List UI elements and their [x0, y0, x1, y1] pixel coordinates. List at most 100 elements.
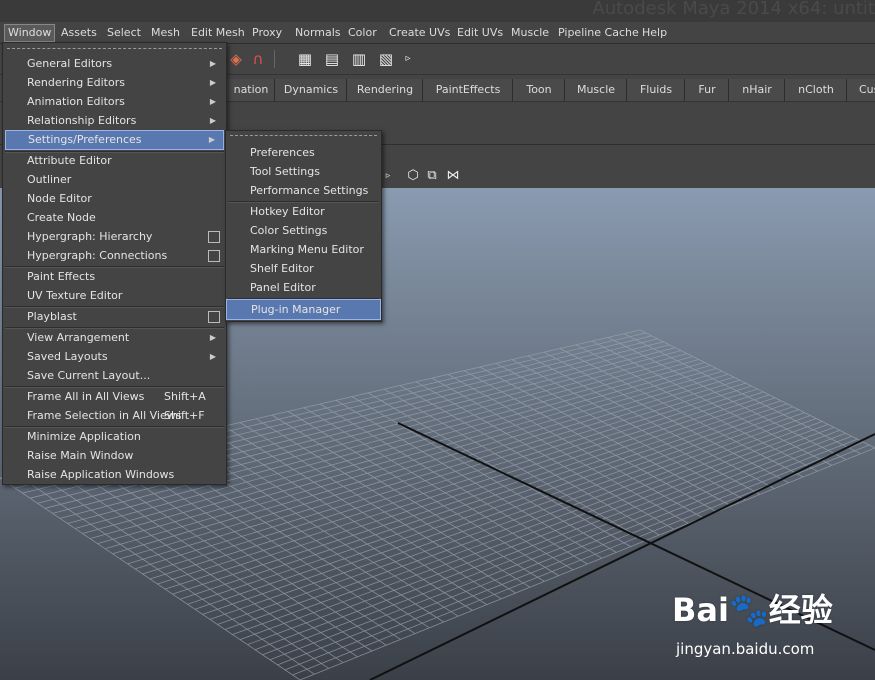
menu-proxy[interactable]: Proxy — [252, 25, 282, 41]
menu-item-label: Outliner — [27, 173, 72, 186]
menu-item-frame-all[interactable]: Frame All in All Views Shift+A — [5, 388, 224, 406]
menu-item-create-node[interactable]: Create Node — [5, 209, 224, 227]
ipr-render-icon[interactable]: ▥ — [349, 49, 369, 69]
wireframe-cube-icon[interactable]: ⬡ — [405, 168, 421, 184]
menu-muscle[interactable]: Muscle — [511, 25, 549, 41]
menu-item-label: Save Current Layout... — [27, 369, 151, 382]
menu-item-label: Node Editor — [27, 192, 92, 205]
submenu-arrow-icon: ▶ — [209, 333, 216, 342]
render-view-icon[interactable]: ▦ — [295, 49, 315, 69]
menu-item-label: UV Texture Editor — [27, 289, 123, 302]
menu-item-minimize-application[interactable]: Minimize Application — [5, 428, 224, 446]
baidu-jingyan-watermark: Bai🐾经验 jingyan.baidu.com — [672, 585, 872, 660]
menu-item-outliner[interactable]: Outliner — [5, 171, 224, 189]
submenu-arrow-icon: ▶ — [209, 59, 216, 68]
menu-item-label: Raise Main Window — [27, 449, 134, 462]
menu-item-label: Playblast — [27, 310, 77, 323]
menu-item-label: Plug-in Manager — [251, 303, 341, 316]
shelf-tab-animation[interactable]: nation — [226, 79, 275, 101]
menu-item-raise-main-window[interactable]: Raise Main Window — [5, 447, 224, 465]
menu-item-rendering-editors[interactable]: Rendering Editors ▶ — [5, 74, 224, 92]
window-title: Autodesk Maya 2014 x64: untit — [592, 0, 875, 19]
menu-item-view-arrangement[interactable]: View Arrangement ▶ — [5, 329, 224, 347]
baidu-logo: Bai🐾经验 — [672, 591, 833, 629]
menu-color[interactable]: Color — [348, 25, 377, 41]
shelf-tab-toon[interactable]: Toon — [512, 79, 565, 101]
shelf-tab-painteffects[interactable]: PaintEffects — [422, 79, 513, 101]
menu-item-marking-menu-editor[interactable]: Marking Menu Editor — [228, 241, 379, 259]
menu-item-playblast[interactable]: Playblast — [5, 308, 224, 326]
shelf-tab-fluids[interactable]: Fluids — [626, 79, 685, 101]
shelf-tab-dynamics[interactable]: Dynamics — [274, 79, 347, 101]
menu-edit-uvs[interactable]: Edit UVs — [457, 25, 503, 41]
menu-item-hypergraph-connections[interactable]: Hypergraph: Connections — [5, 247, 224, 265]
shelf-tab-nhair[interactable]: nHair — [728, 79, 785, 101]
menu-item-label: Performance Settings — [250, 184, 369, 197]
menu-item-raise-application-windows[interactable]: Raise Application Windows — [5, 466, 224, 484]
menu-item-label: Frame All in All Views — [27, 390, 145, 403]
render-current-frame-icon[interactable]: ▤ — [322, 49, 342, 69]
menu-normals[interactable]: Normals — [295, 25, 341, 41]
menu-item-tool-settings[interactable]: Tool Settings — [228, 163, 379, 181]
menu-help[interactable]: Help — [642, 25, 667, 41]
snap-to-curve-icon[interactable]: ∩ — [248, 49, 268, 69]
menu-edit-mesh[interactable]: Edit Mesh — [191, 25, 245, 41]
submenu-arrow-icon: ▶ — [208, 135, 215, 144]
menu-item-shortcut: Shift+A — [164, 390, 206, 403]
option-box-icon[interactable] — [208, 231, 220, 243]
menu-item-label: Rendering Editors — [27, 76, 125, 89]
menu-item-shortcut: Shift+F — [164, 409, 205, 422]
menu-item-label: Raise Application Windows — [27, 468, 175, 481]
submenu-arrow-icon: ▶ — [209, 352, 216, 361]
menu-item-label: Shelf Editor — [250, 262, 314, 275]
menu-item-hypergraph-hierarchy[interactable]: Hypergraph: Hierarchy — [5, 228, 224, 246]
settings-preferences-submenu: Preferences Tool Settings Performance Se… — [225, 130, 382, 322]
toolbar-expand-icon[interactable]: ▹ — [398, 49, 418, 69]
menu-item-relationship-editors[interactable]: Relationship Editors ▶ — [5, 112, 224, 130]
menu-tearoff[interactable] — [230, 135, 377, 136]
menu-item-hotkey-editor[interactable]: Hotkey Editor — [228, 203, 379, 221]
menu-item-label: Hypergraph: Hierarchy — [27, 230, 153, 243]
menu-pipeline-cache[interactable]: Pipeline Cache — [558, 25, 639, 41]
menu-item-label: Preferences — [250, 146, 315, 159]
xray-share-icon[interactable]: ⋈ — [445, 168, 461, 184]
menu-mesh[interactable]: Mesh — [151, 25, 180, 41]
menu-item-shelf-editor[interactable]: Shelf Editor — [228, 260, 379, 278]
menu-item-node-editor[interactable]: Node Editor — [5, 190, 224, 208]
isolate-select-icon[interactable]: ⧉ — [424, 168, 440, 184]
menu-create-uvs[interactable]: Create UVs — [389, 25, 450, 41]
menu-item-uv-texture-editor[interactable]: UV Texture Editor — [5, 287, 224, 305]
menu-item-frame-selection[interactable]: Frame Selection in All Views Shift+F — [5, 407, 224, 425]
menu-window[interactable]: Window — [4, 24, 56, 42]
menu-item-settings-preferences[interactable]: Settings/Preferences ▶ — [5, 130, 224, 150]
menu-item-saved-layouts[interactable]: Saved Layouts ▶ — [5, 348, 224, 366]
menu-item-paint-effects[interactable]: Paint Effects — [5, 268, 224, 286]
menu-item-label: Hypergraph: Connections — [27, 249, 168, 262]
shelf-tab-muscle[interactable]: Muscle — [564, 79, 627, 101]
menu-tearoff[interactable] — [7, 48, 222, 49]
menu-item-attribute-editor[interactable]: Attribute Editor — [5, 152, 224, 170]
shelf-tab-rendering[interactable]: Rendering — [346, 79, 423, 101]
menu-item-label: Frame Selection in All Views — [27, 409, 182, 422]
menu-item-preferences[interactable]: Preferences — [228, 144, 379, 162]
panel-toolbar-arrow-icon[interactable]: ▹ — [380, 168, 396, 184]
menu-item-animation-editors[interactable]: Animation Editors ▶ — [5, 93, 224, 111]
submenu-arrow-icon: ▶ — [209, 116, 216, 125]
menu-assets[interactable]: Assets — [61, 25, 97, 41]
menu-item-save-current-layout[interactable]: Save Current Layout... — [5, 367, 224, 385]
snap-to-grid-icon[interactable]: ◈ — [226, 49, 246, 69]
menu-item-general-editors[interactable]: General Editors ▶ — [5, 55, 224, 73]
menu-item-plugin-manager[interactable]: Plug-in Manager — [226, 299, 381, 320]
shelf-tab-custom[interactable]: Cus — [846, 79, 875, 101]
menu-item-performance-settings[interactable]: Performance Settings — [228, 182, 379, 200]
render-settings-icon[interactable]: ▧ — [376, 49, 396, 69]
shelf-tab-fur[interactable]: Fur — [684, 79, 729, 101]
option-box-icon[interactable] — [208, 250, 220, 262]
shelf-tab-ncloth[interactable]: nCloth — [784, 79, 847, 101]
menu-item-label: Attribute Editor — [27, 154, 112, 167]
option-box-icon[interactable] — [208, 311, 220, 323]
menu-item-color-settings[interactable]: Color Settings — [228, 222, 379, 240]
menu-item-panel-editor[interactable]: Panel Editor — [228, 279, 379, 297]
menu-item-label: View Arrangement — [27, 331, 130, 344]
menu-select[interactable]: Select — [107, 25, 141, 41]
